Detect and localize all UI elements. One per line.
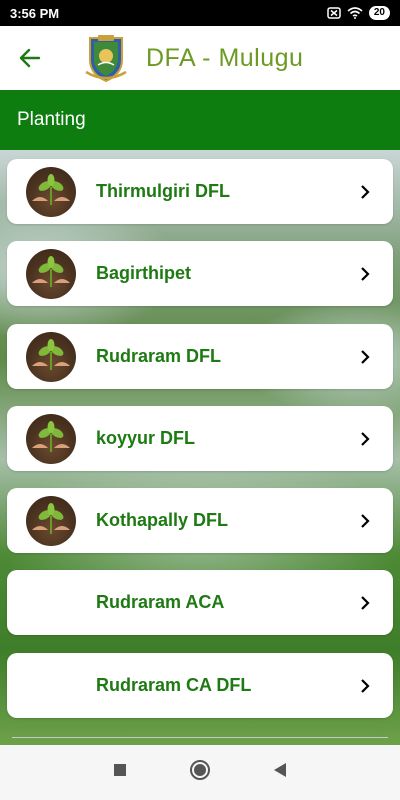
section-title: Planting (17, 109, 86, 130)
app-title: DFA - Mulugu (146, 43, 304, 72)
list-item-label: Rudraram CA DFL (96, 675, 252, 695)
list-item-rudraram-ca-dfl[interactable]: Rudraram CA DFL (7, 653, 393, 718)
seedling-thumbnail (26, 248, 76, 299)
notification-icon (327, 7, 341, 19)
planting-list: Thirmulgiri DFL Bagirthipet Rudraram DFL… (0, 150, 400, 745)
list-item-bagirthipet[interactable]: Bagirthipet (7, 241, 393, 306)
recents-button[interactable] (113, 763, 127, 782)
forest-department-logo (85, 35, 127, 83)
status-bar: 3:56 PM 20 (0, 0, 400, 26)
back-button[interactable] (0, 26, 60, 90)
list-item-koyyur-dfl[interactable]: koyyur DFL (7, 406, 393, 471)
list-item-thirmulgiri-dfl[interactable]: Thirmulgiri DFL (7, 159, 393, 224)
list-item-rudraram-dfl[interactable]: Rudraram DFL (7, 324, 393, 389)
list-item-label: Bagirthipet (96, 263, 192, 283)
chevron-right-icon (345, 349, 385, 364)
list-item-label: Thirmulgiri DFL (96, 181, 230, 201)
thumbnail-placeholder (26, 661, 76, 711)
system-nav-bar (0, 745, 400, 800)
list-item-kothapally-dfl[interactable]: Kothapally DFL (7, 488, 393, 553)
list-item-label: koyyur DFL (96, 428, 196, 448)
square-icon (114, 764, 126, 776)
app-bar: DFA - Mulugu (0, 26, 400, 90)
list-item-label: Rudraram DFL (96, 346, 222, 366)
wifi-icon (347, 7, 363, 19)
home-button[interactable] (189, 759, 211, 786)
chevron-right-icon (345, 184, 385, 199)
list-item-label: Rudraram ACA (96, 592, 225, 612)
seedling-thumbnail (26, 413, 76, 464)
arrow-left-icon (19, 48, 41, 68)
status-time: 3:56 PM (10, 5, 60, 21)
triangle-back-icon (274, 763, 286, 777)
divider (12, 737, 388, 738)
section-header: Planting (0, 90, 400, 150)
thumbnail-placeholder (26, 578, 76, 628)
back-nav-button[interactable] (273, 762, 287, 783)
chevron-right-icon (345, 513, 385, 528)
chevron-right-icon (345, 678, 385, 693)
chevron-right-icon (345, 431, 385, 446)
list-item-rudraram-aca[interactable]: Rudraram ACA (7, 570, 393, 635)
seedling-thumbnail (26, 331, 76, 382)
chevron-right-icon (345, 595, 385, 610)
circle-icon (190, 760, 210, 780)
chevron-right-icon (345, 266, 385, 281)
status-icons: 20 (327, 6, 390, 20)
seedling-thumbnail (26, 495, 76, 546)
list-item-label: Kothapally DFL (96, 510, 229, 530)
seedling-thumbnail (26, 166, 76, 217)
battery-indicator: 20 (368, 6, 390, 20)
